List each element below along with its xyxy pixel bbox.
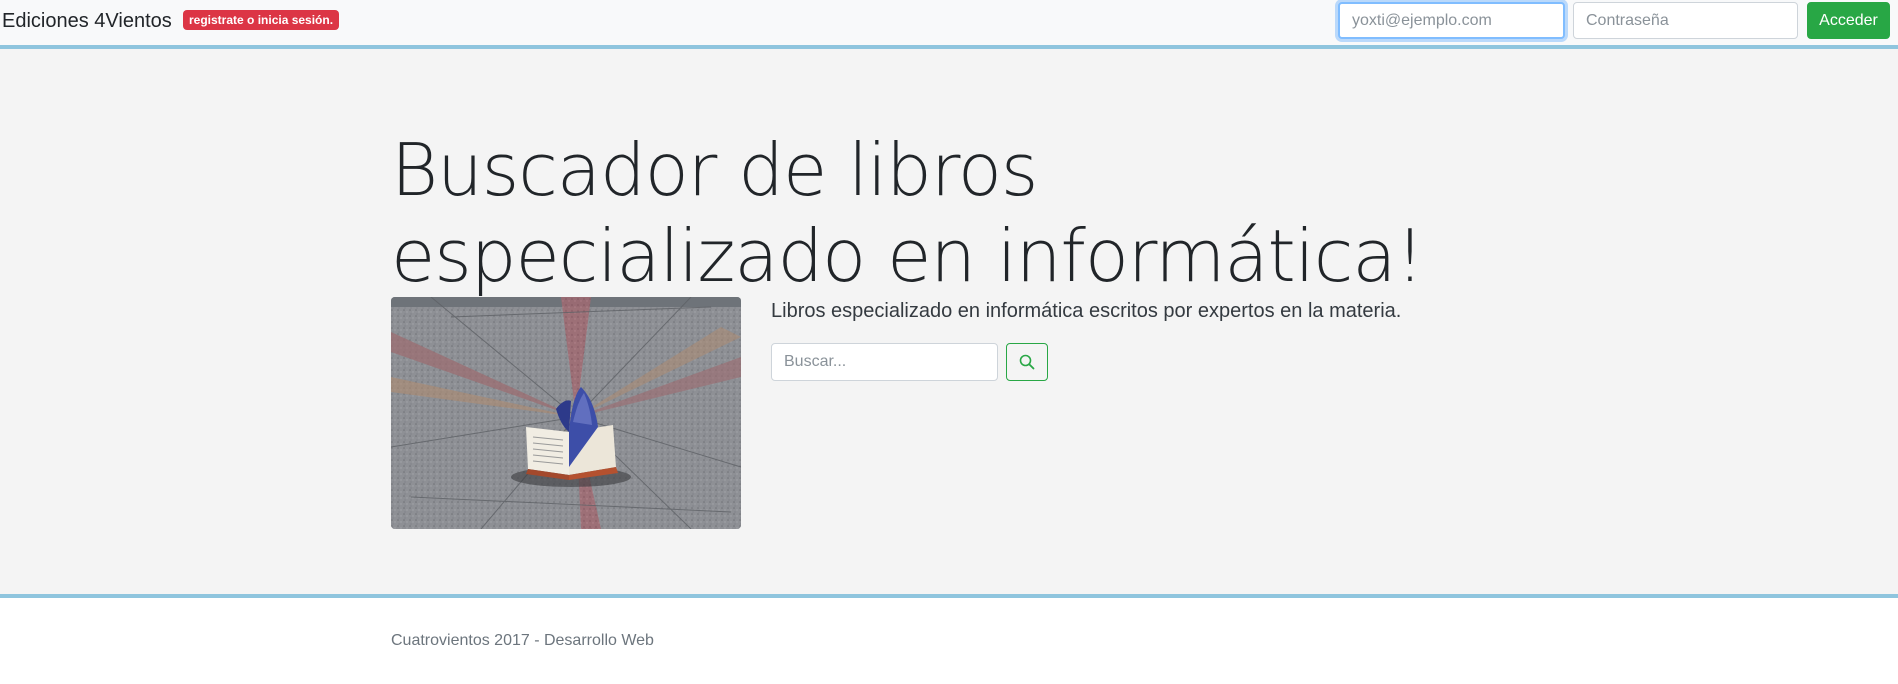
brand-link[interactable]: Ediciones 4Vientos (2, 10, 172, 32)
search-input[interactable] (771, 343, 998, 381)
jumbotron: Buscador de libros especializado en info… (0, 49, 1898, 598)
footer-text: Cuatrovientos 2017 - Desarrollo Web (391, 632, 654, 649)
lead-text: Libros especializado en informática escr… (771, 300, 1402, 322)
login-button[interactable]: Acceder (1807, 2, 1890, 39)
password-input[interactable] (1573, 2, 1798, 39)
email-input[interactable] (1338, 2, 1565, 39)
navbar: Ediciones 4Vientos registrate o inicia s… (0, 0, 1898, 49)
search-button[interactable] (1006, 343, 1048, 381)
page-title: Buscador de libros especializado en info… (391, 128, 1424, 298)
register-badge[interactable]: registrate o inicia sesión. (183, 10, 340, 30)
book-image (391, 297, 741, 529)
search-icon (1019, 354, 1035, 370)
